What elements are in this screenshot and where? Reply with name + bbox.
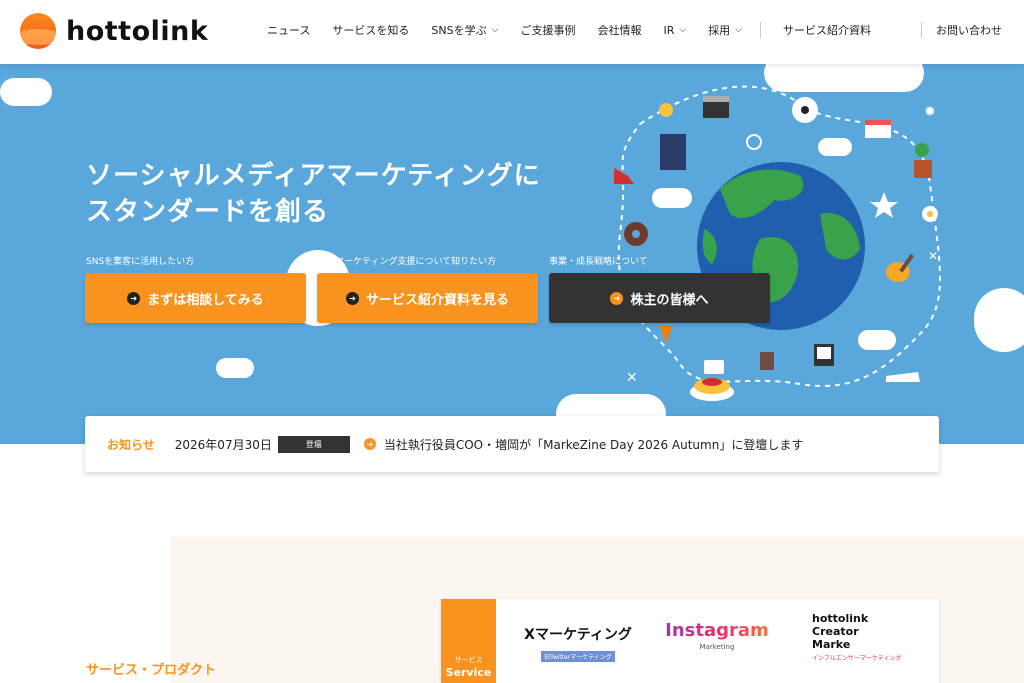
logo-mark-icon (20, 13, 56, 49)
nav-item-service-doc[interactable]: サービス紹介資料 (783, 22, 871, 38)
nav-divider (760, 22, 761, 38)
brand-subtitle: 旧Twitterマーケティング (541, 651, 615, 662)
nav-item-contact[interactable]: お問い合わせ (936, 22, 1002, 38)
nav-item-company[interactable]: 会社情報 (597, 22, 641, 38)
hero-title: ソーシャルメディアマーケティングに スタンダードを創る (86, 158, 541, 230)
brand-subtitle: Marketing (699, 643, 735, 651)
nav-item-label: 採用 (708, 24, 731, 37)
site-header: hottolink ニュース サービスを知る SNSを学ぶ ⌵ ご支援事例 会社情… (0, 0, 1024, 64)
news-date: 2026年07月30日 (174, 437, 272, 452)
brand-name: Xマーケティング (524, 627, 632, 643)
svg-text:✕: ✕ (626, 370, 638, 386)
nav-item-label: ニュース (266, 24, 311, 37)
nav-item-label: お問い合わせ (936, 24, 1002, 37)
nav-item-recruit[interactable]: 採用 ⌵ (708, 22, 742, 38)
nav-item-label: IR (663, 23, 675, 37)
cta-caption: SNSを集客に活用したい方 (86, 257, 195, 267)
nav-item-ir[interactable]: IR ⌵ (663, 24, 686, 37)
nav-item-services[interactable]: サービスを知る (332, 22, 409, 38)
nav-item-label: サービスを知る (332, 24, 410, 37)
chevron-down-icon: ⌵ (679, 25, 687, 35)
brand-name-line: hottolink (812, 612, 869, 625)
button-label: 株主の皆様へ (630, 292, 709, 308)
brand-subtitle: インフルエンサーマーケティング (812, 655, 902, 662)
brand-name-line: Marke (812, 638, 851, 651)
svg-text:✕: ✕ (928, 249, 938, 263)
arrow-right-icon: ➜ (610, 291, 624, 305)
creator-marke-logo[interactable]: hottolink Creator Marke インフルエンサーマーケティング (812, 612, 904, 662)
logo[interactable]: hottolink (20, 13, 208, 49)
service-doc-button[interactable]: ➜ サービス紹介資料を見る (317, 273, 538, 323)
nav-item-learn-sns[interactable]: SNSを学ぶ ⌵ (431, 22, 498, 38)
hero-title-line: ソーシャルメディアマーケティングに (86, 161, 541, 191)
hero-section: ✕ ✕ ✹ ソーシャルメディアマーケティングに スタンダードを創る SNSを集客… (0, 64, 1024, 444)
news-category-badge: 登壇 (277, 435, 350, 453)
brand-name: Instagram (660, 620, 774, 641)
button-label: まずは相談してみる (147, 292, 264, 308)
nav-item-label: 会社情報 (597, 24, 642, 37)
nav-item-label: ご支援事例 (520, 24, 576, 37)
svg-text:✹: ✹ (924, 104, 936, 120)
news-link[interactable]: 当社執行役員COO・増岡が「MarkeZine Day 2026 Autumn」… (384, 436, 803, 453)
button-label: サービス紹介資料を見る (365, 292, 509, 308)
instagram-marketing-logo[interactable]: Instagram Marketing (660, 620, 774, 651)
main-nav: ニュース サービスを知る SNSを学ぶ ⌵ ご支援事例 会社情報 IR ⌵ 採用 ⌵ … (245, 22, 1002, 38)
services-tab: サービス Service (441, 599, 496, 683)
arrow-right-icon: ➜ (363, 438, 376, 450)
nav-item-label: サービス紹介資料 (783, 24, 871, 37)
chevron-down-icon: ⌵ (735, 25, 742, 35)
cta-caption: SNSマーケティング支援について知りたい方 (317, 257, 497, 267)
nav-item-label: SNSを学ぶ (431, 24, 487, 37)
hero-title-line: スタンダードを創る (86, 197, 330, 227)
brand-name-line: Creator (812, 625, 859, 638)
shareholders-button[interactable]: ➜ 株主の皆様へ (549, 273, 770, 323)
services-section-title: サービス・プロダクト (86, 663, 217, 678)
chevron-down-icon: ⌵ (491, 25, 499, 35)
services-tab-small: サービス (454, 656, 483, 664)
consult-button[interactable]: ➜ まずは相談してみる (85, 273, 306, 323)
nav-item-cases[interactable]: ご支援事例 (520, 22, 575, 38)
nav-item-news[interactable]: ニュース (267, 22, 310, 38)
x-marketing-logo[interactable]: Xマーケティング 旧Twitterマーケティング (522, 624, 634, 663)
services-tab-big: Service (445, 666, 492, 679)
news-bar: お知らせ 2026年07月30日 登壇 ➜ 当社執行役員COO・増岡が「Mark… (85, 416, 939, 472)
news-label: お知らせ (107, 437, 155, 452)
arrow-right-icon: ➜ (345, 291, 359, 305)
logo-text: hottolink (66, 15, 209, 47)
cta-caption: 事業・成長戦略について (549, 257, 648, 267)
nav-divider (921, 22, 922, 38)
arrow-right-icon: ➜ (127, 291, 141, 305)
